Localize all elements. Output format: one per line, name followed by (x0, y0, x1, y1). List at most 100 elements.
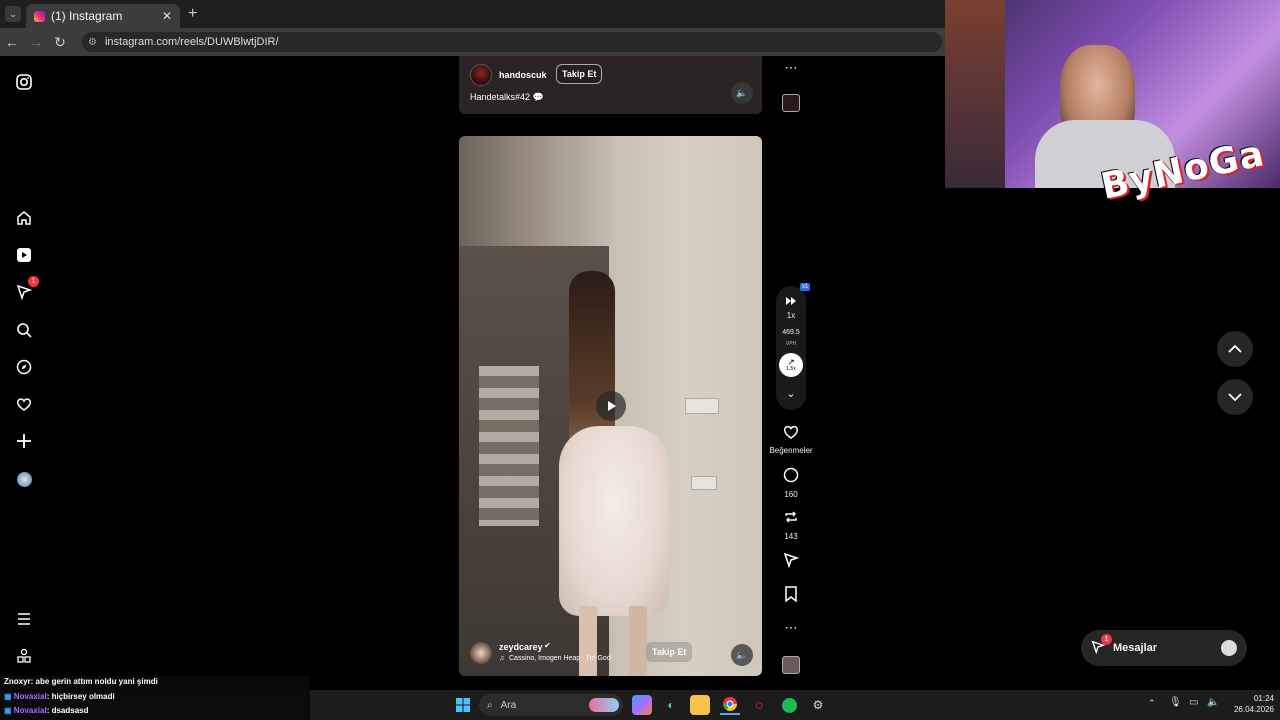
site-settings-icon[interactable]: ⚙ (88, 37, 97, 48)
reel-username[interactable]: handoscuk (499, 70, 547, 80)
forward-arrow-icon[interactable]: → (24, 34, 48, 50)
clock-date: 26.04.2026 (1233, 705, 1274, 714)
back-arrow-icon[interactable]: ← (0, 34, 24, 50)
chrome-icon[interactable] (720, 695, 740, 715)
search-placeholder: Ara (500, 699, 517, 711)
reel-author-avatar[interactable] (470, 642, 492, 664)
apps-icon[interactable] (14, 646, 34, 666)
address-bar[interactable]: ⚙ instagram.com/reels/DUWBlwtjDIR/ (82, 32, 942, 52)
instagram-logo-icon[interactable] (14, 72, 34, 92)
person-leg-image (629, 606, 647, 676)
wall-switch-image (691, 476, 717, 490)
wall-socket-image (685, 398, 719, 414)
search-icon: ⌕ (487, 699, 493, 711)
copilot-icon[interactable] (632, 695, 652, 715)
messages-icon[interactable]: 1 (14, 276, 39, 302)
network-icon[interactable]: ▭ (1189, 697, 1198, 708)
chat-badge-icon: ▣ (4, 692, 12, 701)
boost-speed-button[interactable]: ↗ 1.5x (779, 353, 803, 377)
vph-readout: 469.5 VPH (776, 326, 806, 348)
avatar (1221, 640, 1237, 656)
close-tab-icon[interactable]: ✕ (162, 9, 172, 23)
explore-icon[interactable] (14, 357, 34, 377)
tab-search-button[interactable]: ⌄ (5, 6, 21, 22)
person-dress-image (559, 426, 669, 616)
messages-badge: 1 (1101, 633, 1112, 645)
bookmark-icon[interactable] (776, 586, 806, 607)
shelves-image (479, 366, 539, 526)
spotify-icon[interactable] (779, 695, 799, 715)
share-icon[interactable] (776, 552, 806, 573)
messages-button[interactable]: 1 Mesajlar (1081, 630, 1247, 666)
audio-thumbnail[interactable] (782, 656, 800, 674)
notification-badge: 1 (28, 276, 39, 287)
more-options-icon[interactable]: ⋯ (776, 60, 806, 76)
app-icon[interactable]: ⚙ (808, 695, 828, 715)
new-tab-button[interactable]: + (188, 5, 197, 23)
vph-value: 469.5 (782, 329, 800, 336)
fast-forward-button[interactable]: 1x (776, 293, 806, 320)
home-icon[interactable] (14, 208, 34, 228)
url-text: instagram.com/reels/DUWBlwtjDIR/ (104, 36, 279, 48)
stream-chat-overlay: Znoxyr: abe gerin attım noldu yani şimdi… (0, 676, 310, 720)
edge-icon[interactable]: ◐ (661, 695, 681, 715)
room-background-image (945, 0, 1005, 188)
search-icon[interactable] (14, 320, 34, 340)
chat-message: ▣ Novaxial: hiçbirsey olmadi (4, 692, 115, 701)
speaker-icon[interactable]: 🔈 (731, 82, 753, 104)
messages-label: Mesajlar (1113, 642, 1158, 654)
file-explorer-icon[interactable] (690, 695, 710, 715)
speed-value: 1x (786, 311, 796, 320)
reposts-count: 143 (784, 532, 798, 541)
trend-up-icon: ↗ (787, 357, 795, 367)
speed-badge: x1 (800, 283, 811, 291)
play-button[interactable] (596, 391, 626, 421)
reel-video[interactable]: zeydcarey ✔ ♫ Cassino, Imogen Heap · I'm… (459, 136, 762, 676)
next-reel-button[interactable] (1217, 379, 1253, 415)
follow-button[interactable]: Takip Et (646, 642, 693, 662)
tray-chevron-icon[interactable]: ⌃ (1148, 698, 1156, 709)
reel-author-avatar[interactable] (470, 64, 492, 86)
menu-icon[interactable] (14, 609, 34, 629)
taskbar-search[interactable]: ⌕ Ara (479, 694, 623, 716)
chat-badge-icon: ▣ (4, 706, 12, 715)
windows-start-icon[interactable] (453, 695, 473, 715)
chat-message: Znoxyr: abe gerin attım noldu yani şimdi (4, 677, 158, 686)
profile-avatar[interactable] (14, 469, 34, 489)
heart-icon[interactable] (14, 394, 34, 414)
tab-title: (1) Instagram (51, 9, 123, 23)
comment-button[interactable]: 160 (776, 467, 806, 499)
likes-label: Beğenmeler (769, 446, 813, 455)
music-note-icon: ♫ (499, 655, 505, 662)
reel-caption: Handetalks#42 💬 (470, 92, 544, 102)
microphone-icon[interactable]: 🎙 (1169, 697, 1182, 708)
repost-button[interactable]: 143 (776, 509, 806, 541)
audio-thumbnail[interactable] (782, 94, 800, 112)
clock-time: 01:24 (1253, 694, 1274, 703)
speaker-icon[interactable]: 🔈 (731, 644, 753, 666)
create-plus-icon[interactable] (14, 431, 34, 451)
previous-reel-button[interactable] (1217, 331, 1253, 367)
boost-value: 1.5x (786, 366, 796, 372)
direct-icon: 1 (1091, 633, 1112, 657)
search-highlight-image (589, 698, 619, 712)
reel-music[interactable]: Cassino, Imogen Heap · I'm God (509, 655, 611, 662)
system-clock[interactable]: 01:24 26.04.2026 (1222, 693, 1274, 715)
verified-badge-icon: ✔ (544, 641, 551, 650)
follow-button[interactable]: Takip Et (556, 64, 603, 84)
reload-icon[interactable]: ↻ (48, 34, 72, 51)
opera-icon[interactable]: ○ (749, 695, 769, 715)
reel-username[interactable]: zeydcarey (499, 642, 543, 652)
reels-icon[interactable] (14, 245, 34, 265)
volume-icon[interactable]: 🔈 (1207, 697, 1219, 708)
vph-unit: VPH (785, 341, 797, 347)
browser-tab[interactable]: (1) Instagram ✕ (26, 4, 180, 28)
person-leg-image (579, 606, 597, 676)
comments-count: 160 (784, 490, 798, 499)
more-options-icon[interactable]: ⋯ (776, 620, 806, 636)
chat-message: ▣ Novaxial: dsadsasd (4, 706, 89, 715)
previous-reel[interactable]: handoscuk Takip Et Handetalks#42 💬 🔈 (459, 56, 762, 114)
like-button[interactable]: Beğenmeler (768, 424, 814, 455)
instagram-favicon-icon (34, 10, 45, 22)
chevron-down-icon[interactable]: ⌄ (776, 387, 806, 400)
